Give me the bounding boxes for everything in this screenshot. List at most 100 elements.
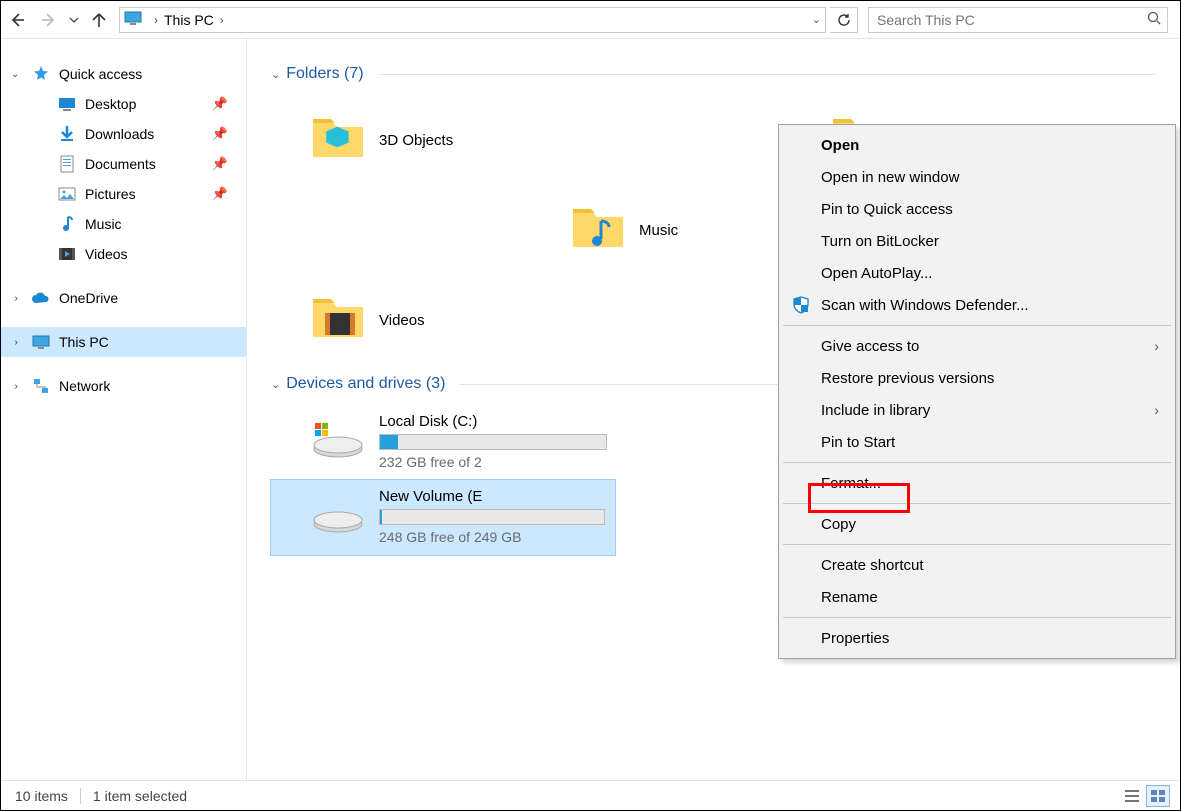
ctx-autoplay[interactable]: Open AutoPlay... <box>781 257 1173 289</box>
ctx-pin-start[interactable]: Pin to Start <box>781 426 1173 458</box>
ctx-open[interactable]: Open <box>781 129 1173 161</box>
nav-quick-access[interactable]: ⌄ Quick access <box>1 59 246 89</box>
nav-pictures[interactable]: Pictures 📌 <box>1 179 246 209</box>
nav-label: Documents <box>85 156 156 172</box>
nav-label: Network <box>59 378 110 394</box>
drive-name: New Volume (E <box>379 488 605 505</box>
nav-this-pc[interactable]: ⌄ This PC <box>1 327 246 357</box>
drive-usage-bar <box>379 509 605 525</box>
chevron-right-icon: › <box>154 13 158 27</box>
ctx-properties[interactable]: Properties <box>781 622 1173 654</box>
breadcrumb[interactable]: › This PC › ⌄ <box>119 7 826 33</box>
folder-label: 3D Objects <box>379 132 453 149</box>
status-item-count: 10 items <box>15 788 68 804</box>
drive-icon <box>311 419 365 463</box>
nav-documents[interactable]: Documents 📌 <box>1 149 246 179</box>
shield-icon <box>791 295 811 315</box>
ctx-bitlocker[interactable]: Turn on BitLocker <box>781 225 1173 257</box>
status-bar: 10 items 1 item selected <box>1 780 1180 810</box>
group-folders[interactable]: ⌄ Folders (7) <box>271 65 1156 83</box>
folder-videos[interactable]: Videos <box>271 275 531 365</box>
cloud-icon <box>31 288 51 308</box>
status-selection: 1 item selected <box>93 788 187 804</box>
folder-label: Music <box>639 222 678 239</box>
view-large-icons-button[interactable] <box>1146 785 1170 807</box>
chevron-down-icon: ⌄ <box>271 68 280 81</box>
nav-label: Music <box>85 216 122 232</box>
nav-downloads[interactable]: Downloads 📌 <box>1 119 246 149</box>
nav-up-button[interactable] <box>83 4 115 36</box>
chevron-right-icon: › <box>1154 338 1159 354</box>
nav-label: OneDrive <box>59 290 118 306</box>
chevron-right-icon[interactable]: ⌄ <box>10 294 21 302</box>
music-icon <box>57 214 77 234</box>
ctx-include-library[interactable]: Include in library› <box>781 394 1173 426</box>
breadcrumb-location[interactable]: This PC <box>164 12 214 28</box>
folder-label: Videos <box>379 312 425 329</box>
pin-icon: 📌 <box>212 156 228 172</box>
content-pane: ⌄ Folders (7) 3D Objects Documents <box>247 39 1180 780</box>
drive-icon <box>311 494 365 538</box>
nav-label: Videos <box>85 246 128 262</box>
ctx-format[interactable]: Format... <box>781 467 1173 499</box>
video-icon <box>57 244 77 264</box>
nav-network[interactable]: ⌄ Network <box>1 371 246 401</box>
drive-free-text: 248 GB free of 249 GB <box>379 529 605 545</box>
folder-icon <box>571 203 625 257</box>
group-label: Devices and drives (3) <box>286 375 445 393</box>
ctx-restore-versions[interactable]: Restore previous versions <box>781 362 1173 394</box>
nav-videos[interactable]: Videos <box>1 239 246 269</box>
drive-new-volume-e[interactable]: New Volume (E 248 GB free of 249 GB <box>270 479 616 556</box>
chevron-down-icon[interactable]: ⌄ <box>812 13 821 26</box>
group-label: Folders (7) <box>286 65 363 83</box>
nav-music[interactable]: Music <box>1 209 246 239</box>
this-pc-icon <box>124 11 142 28</box>
drive-local-c[interactable]: Local Disk (C:) 232 GB free of 2 <box>271 405 617 480</box>
folder-3d-objects[interactable]: 3D Objects <box>271 95 531 185</box>
nav-label: This PC <box>59 334 109 350</box>
nav-label: Downloads <box>85 126 154 142</box>
nav-label: Pictures <box>85 186 136 202</box>
pin-icon: 📌 <box>212 126 228 142</box>
search-icon <box>1147 11 1161 28</box>
context-menu: Open Open in new window Pin to Quick acc… <box>778 124 1176 659</box>
ctx-give-access[interactable]: Give access to› <box>781 330 1173 362</box>
ctx-open-new-window[interactable]: Open in new window <box>781 161 1173 193</box>
ctx-create-shortcut[interactable]: Create shortcut <box>781 549 1173 581</box>
nav-forward-button[interactable] <box>33 4 65 36</box>
this-pc-icon <box>31 332 51 352</box>
address-bar: › This PC › ⌄ <box>1 1 1180 39</box>
navigation-pane: ⌄ Quick access Desktop 📌 Downloads 📌 Doc… <box>1 39 247 780</box>
search-box[interactable] <box>868 7 1168 33</box>
chevron-down-icon: ⌄ <box>271 378 280 391</box>
drive-usage-bar <box>379 434 607 450</box>
nav-label: Quick access <box>59 66 142 82</box>
view-details-button[interactable] <box>1120 785 1144 807</box>
ctx-defender[interactable]: Scan with Windows Defender... <box>781 289 1173 321</box>
refresh-button[interactable] <box>830 7 858 33</box>
ctx-rename[interactable]: Rename <box>781 581 1173 613</box>
pin-icon: 📌 <box>212 96 228 112</box>
folder-icon <box>311 293 365 347</box>
chevron-right-icon[interactable]: ⌄ <box>10 338 21 346</box>
drive-name: Local Disk (C:) <box>379 413 607 430</box>
nav-desktop[interactable]: Desktop 📌 <box>1 89 246 119</box>
pin-icon: 📌 <box>212 186 228 202</box>
ctx-copy[interactable]: Copy <box>781 508 1173 540</box>
folder-music[interactable]: Music <box>531 185 791 275</box>
nav-recent-dropdown[interactable] <box>65 4 83 36</box>
nav-onedrive[interactable]: ⌄ OneDrive <box>1 283 246 313</box>
chevron-right-icon[interactable]: ⌄ <box>10 382 21 390</box>
picture-icon <box>57 184 77 204</box>
star-icon <box>31 64 51 84</box>
download-icon <box>57 124 77 144</box>
desktop-icon <box>57 94 77 114</box>
chevron-down-icon[interactable]: ⌄ <box>11 69 19 80</box>
search-input[interactable] <box>875 11 1147 29</box>
document-icon <box>57 154 77 174</box>
ctx-pin-quick-access[interactable]: Pin to Quick access <box>781 193 1173 225</box>
nav-back-button[interactable] <box>1 4 33 36</box>
nav-label: Desktop <box>85 96 136 112</box>
folder-icon <box>311 113 365 167</box>
network-icon <box>31 376 51 396</box>
